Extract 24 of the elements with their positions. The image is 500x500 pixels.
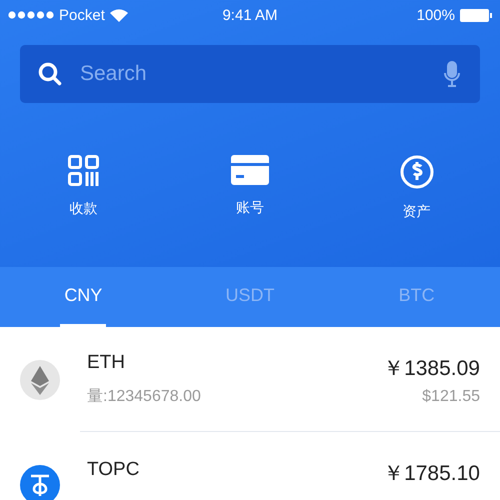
action-button[interactable]: 收款 [0,151,167,218]
microphone-icon[interactable] [444,61,460,87]
battery-icon [460,8,492,22]
coin-name: TOPC [87,458,140,480]
wifi-icon [110,8,128,22]
action-button[interactable]: 账号 [166,151,334,217]
diamond-coin-icon [20,360,60,400]
qr-code-icon [68,155,99,186]
usd-value: $121.55 [422,388,480,406]
action-button[interactable]: 资产 [333,151,500,221]
status-time: 9:41 AM [222,6,278,24]
search-input[interactable]: Search [78,61,428,87]
carrier-name: Pocket [59,6,105,24]
signal-icon [8,11,54,19]
battery-percent: 100% [416,6,455,24]
search-icon [38,62,62,86]
search-field[interactable]: Search [20,45,480,103]
card-icon [230,155,269,185]
cny-value: ￥1785.10 [383,460,480,486]
currency-tab[interactable]: CNY [60,267,106,327]
dollar-icon [400,155,434,189]
cny-value: ￥1385.09 [383,356,480,382]
coin-quantity: 量:12345678.00 [87,387,202,407]
coin-name: ETH [87,352,126,374]
